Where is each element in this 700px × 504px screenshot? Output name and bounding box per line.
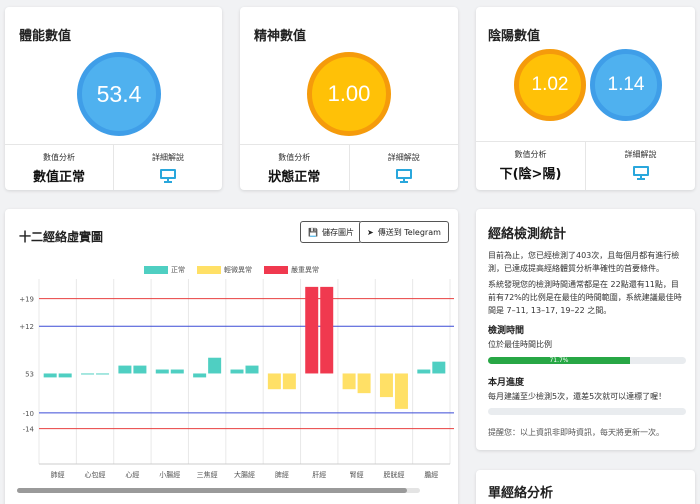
mental-value-circle: 1.00 [307,52,391,136]
meridian-bar[interactable] [320,286,334,374]
x-tick-label: 肝經 [312,470,326,479]
analysis-label: 數值分析 [43,153,75,162]
meridian-bar[interactable] [96,373,110,375]
meridian-bar[interactable] [245,365,259,374]
month-progress-heading: 本月進度 [488,378,525,388]
detail-col[interactable]: 詳細解說 [348,145,459,190]
meridian-bar[interactable] [342,373,356,390]
y-tick-label: 53 [25,370,34,378]
analysis-value: 狀態正常 [268,170,321,185]
card-title: 體能數值 [19,29,72,44]
analysis-col: 數值分析 狀態正常 [240,145,349,190]
x-tick-label: 大腸經 [234,470,255,479]
meridian-bar[interactable] [81,373,95,375]
y-tick-label: +19 [19,296,34,304]
mental-value-card: 精神數值 1.00 數值分析 狀態正常 詳細解說 [240,7,458,190]
y-tick-label: -14 [23,426,35,434]
best-time-progress: 71.7% [488,357,686,364]
physical-value: 53.4 [96,80,142,107]
card-footer: 數值分析 下(陰>陽) 詳細解說 [476,141,695,190]
analysis-col: 數值分析 數值正常 [5,145,113,190]
meridian-bar[interactable] [155,369,169,374]
meridian-bar[interactable] [170,369,184,374]
yin-yang-card: 陰陽數值 1.02 1.14 數值分析 下(陰>陽) 詳細解說 [476,7,695,190]
detail-col[interactable]: 詳細解說 [585,142,695,190]
x-tick-label: 膀胱經 [383,470,404,479]
meridian-bar[interactable] [394,373,408,409]
card-title: 精神數值 [254,29,307,44]
analysis-label: 數值分析 [278,153,311,162]
meridian-bar[interactable] [267,373,281,390]
monitor-icon[interactable] [160,169,176,183]
x-tick-label: 脾經 [275,470,289,479]
meridian-bar-chart: +19 +12 53 -10 -14 肺經 心包經 心經 小腸經 三焦經 大腸經 脾經 肝經 腎經 膀胱經 膽… [19,279,454,479]
detail-col[interactable]: 詳細解說 [113,145,222,190]
x-tick-label: 肺經 [51,470,65,479]
card-title: 陰陽數值 [488,29,541,44]
stats-paragraph-2: 系統發現您的檢測時間通常都是在 22點還有11點，目前有72%的比例是在最佳的時… [488,280,682,315]
month-progress-sub: 每月建議至少檢測5次，還差5次就可以達標了喔！ [488,392,667,401]
meridian-bar[interactable] [230,369,244,374]
x-tick-label: 心包經 [85,470,106,479]
detail-label: 詳細解說 [624,150,657,159]
meridian-bar[interactable] [208,357,222,374]
meridian-bar[interactable] [58,373,72,378]
analysis-label: 數值分析 [514,150,547,159]
analysis-value: 數值正常 [32,170,85,185]
single-meridian-title: 單經絡分析 [488,486,554,501]
stats-note: 提醒您：以上資訊非即時資訊，每天將更新一次。 [488,428,664,437]
stats-title: 經絡檢測統計 [488,227,567,242]
analysis-col: 數值分析 下(陰>陽) [476,142,585,190]
single-meridian-card: 單經絡分析 [476,470,695,504]
meridian-bar[interactable] [379,373,393,398]
meridian-stats-card: 經絡檢測統計 目前為止，您已經檢測了403次，且每個月都有進行檢測，已達成提高經… [476,209,695,450]
card-footer: 數值分析 狀態正常 詳細解說 [240,144,458,190]
physical-value-circle: 53.4 [77,52,161,136]
card-footer: 數值分析 數值正常 詳細解說 [5,144,222,190]
analysis-value: 下(陰>陽) [499,167,562,182]
x-tick-label: 膽經 [424,470,438,479]
meridian-bar[interactable] [432,361,446,374]
yang-value-circle: 1.14 [590,49,662,121]
meridian-bar[interactable] [133,365,147,374]
physical-value-card: 體能數值 53.4 數值分析 數值正常 詳細解說 [5,7,222,190]
meridian-chart-card: 十二經絡虛實圖 💾 儲存圖片 ➤ 傳送到 Telegram 正常 輕微異常 嚴重… [5,209,458,504]
meridian-bar[interactable] [282,373,296,390]
horizontal-scrollbar[interactable] [17,488,420,493]
stats-paragraph-1: 目前為止，您已經檢測了403次，且每個月都有進行檢測，已達成提高經絡體質分析準確… [488,251,680,273]
meridian-bar[interactable] [118,365,132,374]
x-tick-label: 小腸經 [159,470,180,479]
meridian-bar[interactable] [305,286,319,374]
detect-time-sub: 位於最佳時間比例 [488,340,552,349]
detail-label: 詳細解說 [152,153,184,162]
detect-time-heading: 檢測時間 [488,326,525,336]
monitor-icon[interactable] [395,169,412,183]
detail-label: 詳細解說 [387,153,420,162]
meridian-bar[interactable] [43,373,57,378]
monitor-icon[interactable] [632,166,649,180]
yang-value: 1.14 [607,74,645,95]
y-tick-label: -10 [23,410,34,418]
meridian-bar[interactable] [193,373,207,378]
y-tick-label: +12 [19,323,34,331]
mental-value: 1.00 [327,81,371,106]
x-tick-label: 腎經 [350,470,364,479]
month-progress [488,408,686,415]
meridian-bar[interactable] [417,369,431,374]
x-tick-label: 心經 [125,470,139,479]
meridian-bar[interactable] [357,373,371,394]
x-tick-label: 三焦經 [197,470,218,479]
yin-value-circle: 1.02 [514,49,586,121]
scrollbar-thumb[interactable] [17,488,407,493]
yin-value: 1.02 [531,74,569,95]
best-time-progress-fill: 71.7% [488,357,630,364]
